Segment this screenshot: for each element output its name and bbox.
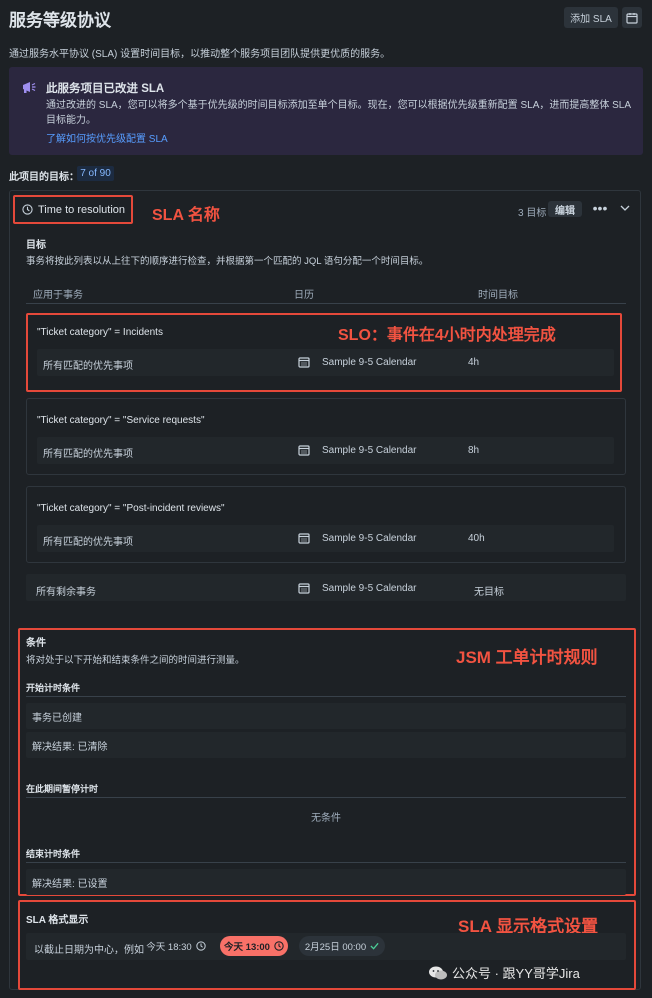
calendar-button[interactable]: [622, 7, 642, 28]
remaining-target: 无目标: [474, 587, 504, 598]
improved-sla-banner: 此服务项目已改进 SLA 通过改进的 SLA，您可以将多个基于优先级的时间目标添…: [9, 67, 643, 155]
column-header-time-goal: 时间目标: [478, 290, 518, 301]
banner-learn-more-link[interactable]: 了解如何按优先级配置 SLA: [46, 130, 168, 145]
sla-goal-count: 3 目标: [518, 208, 547, 219]
sla-name-text: Time to resolution: [38, 203, 126, 216]
sla-name[interactable]: Time to resolution: [13, 195, 133, 224]
format-example-3-text: 2月25日 00:00: [304, 942, 367, 953]
project-goals-count: 7 of 90: [77, 166, 114, 181]
goal-jql: "Ticket category" = Incidents: [37, 327, 163, 338]
conditions-description: 将对处于以下开始和结束条件之间的时间进行测量。: [26, 655, 245, 666]
pause-condition-label: 在此期间暂停计时: [26, 784, 99, 794]
conditions-heading: 条件: [26, 638, 46, 649]
format-example-3: 2月25日 00:00: [299, 936, 385, 956]
goal-jql: "Ticket category" = "Post-incident revie…: [37, 503, 225, 514]
more-options-icon[interactable]: •••: [591, 200, 609, 216]
format-example-1-text: 今天 18:30: [146, 942, 192, 953]
goal-jql: "Ticket category" = "Service requests": [37, 415, 205, 426]
goal-target: 8h: [468, 445, 480, 456]
goal-row-label: 所有匹配的优先事项: [43, 537, 133, 548]
goal-calendar: Sample 9-5 Calendar: [322, 445, 417, 456]
calendar-icon: [626, 12, 638, 24]
start-condition-item: 解决结果: 已清除: [26, 732, 626, 758]
banner-title: 此服务项目已改进 SLA: [46, 83, 165, 95]
goal-target: 4h: [468, 357, 480, 368]
goal-row-label: 所有匹配的优先事项: [43, 449, 133, 460]
format-example-2: 今天 13:00: [220, 936, 288, 956]
start-divider: [26, 696, 626, 697]
stop-condition-label: 结束计时条件: [26, 849, 81, 859]
page-title: 服务等级协议: [9, 11, 111, 30]
column-header-applies-to: 应用于事务: [33, 290, 83, 301]
goals-heading: 目标: [26, 240, 46, 251]
goal-target: 40h: [468, 533, 485, 544]
clock-icon: [196, 941, 206, 951]
goal-row-label: 所有匹配的优先事项: [43, 361, 133, 372]
header-divider: [26, 303, 626, 304]
project-goals-label: 此项目的目标：: [9, 172, 79, 183]
wechat-icon: [429, 966, 447, 979]
banner-body: 通过改进的 SLA，您可以将多个基于优先级的时间目标添加至单个目标。现在，您可以…: [46, 100, 631, 126]
annotation-slo: SLO：事件在4小时内处理完成: [338, 327, 556, 344]
check-icon: [370, 942, 379, 950]
format-option-label: 以截止日期为中心，例如: [34, 945, 144, 956]
pause-empty: 无条件: [311, 813, 341, 824]
format-example-2-text: 今天 13:00: [224, 942, 270, 953]
annotation-jsm-rule: JSM 工单计时规则: [456, 648, 598, 667]
clock-icon: [22, 204, 33, 215]
add-sla-button[interactable]: 添加 SLA: [564, 7, 618, 28]
chevron-down-icon[interactable]: [620, 204, 630, 212]
stop-condition-item: 解决结果: 已设置: [26, 869, 626, 895]
stop-divider: [26, 862, 626, 863]
watermark: 公众号 · 跟YY哥学Jira: [428, 963, 580, 982]
watermark-text: 公众号 · 跟YY哥学Jira: [452, 966, 580, 981]
calendar-icon: [298, 445, 310, 456]
format-example-1: 今天 18:30: [143, 936, 209, 956]
format-heading: SLA 格式显示: [26, 915, 89, 926]
goal-calendar: Sample 9-5 Calendar: [322, 533, 417, 544]
pause-divider: [26, 797, 626, 798]
calendar-icon: [298, 533, 310, 544]
megaphone-icon: [23, 82, 36, 93]
start-condition-item: 事务已创建: [26, 703, 626, 729]
annotation-sla-name: SLA 名称: [152, 207, 220, 224]
remaining-label: 所有剩余事务: [36, 587, 96, 598]
edit-sla-button[interactable]: 编辑: [548, 201, 582, 217]
calendar-icon: [298, 357, 310, 368]
start-condition-label: 开始计时条件: [26, 683, 81, 693]
goals-description: 事务将按此列表以从上往下的顺序进行检查，并根据第一个匹配的 JQL 语句分配一个…: [26, 256, 429, 267]
conditions-section: [18, 628, 636, 896]
calendar-icon: [298, 583, 310, 594]
goal-calendar: Sample 9-5 Calendar: [322, 357, 417, 368]
remaining-calendar: Sample 9-5 Calendar: [322, 583, 417, 594]
column-header-calendar: 日历: [294, 290, 314, 301]
clock-icon: [274, 941, 284, 951]
page-description: 通过服务水平协议 (SLA) 设置时间目标，以推动整个服务项目团队提供更优质的服…: [9, 49, 391, 60]
